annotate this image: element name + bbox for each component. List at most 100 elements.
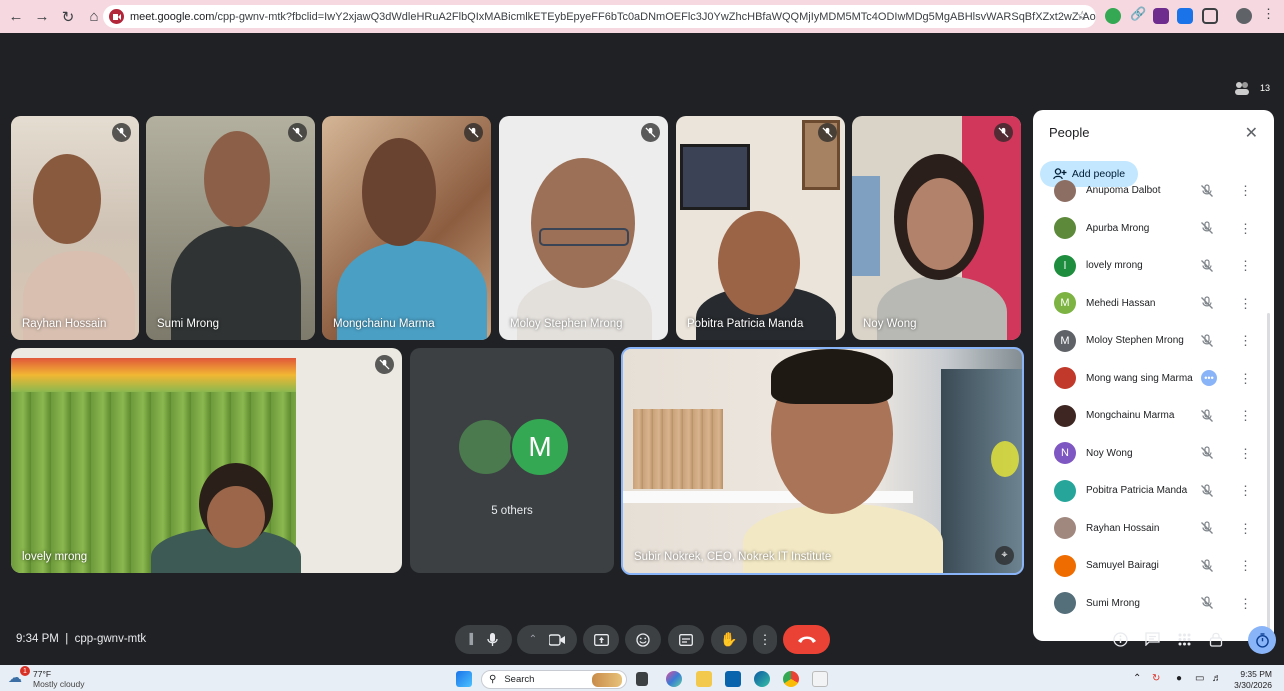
back-icon[interactable]: ← — [4, 5, 28, 29]
raise-hand-button[interactable]: ✋ — [711, 625, 747, 654]
meet-app-icon[interactable] — [812, 671, 828, 687]
more-vert-icon[interactable]: ⋮ — [1239, 259, 1252, 272]
people-row[interactable]: Samuyel Bairagi ⋮ — [1040, 547, 1260, 585]
tile-name: Sumi Mrong — [157, 318, 219, 330]
others-tile[interactable]: M 5 others — [410, 348, 614, 573]
person-avatar: M — [1054, 292, 1076, 315]
more-vert-icon[interactable]: ⋮ — [1239, 334, 1252, 347]
taskbar-clock[interactable]: 9:35 PM 3/30/2026 — [1232, 669, 1272, 691]
people-row[interactable]: Mong wang sing Marma ••• ⋮ — [1040, 360, 1260, 398]
mic-off-icon[interactable] — [1200, 559, 1214, 573]
speaker-icon[interactable]: ♬ — [1212, 673, 1222, 684]
mic-toggle-button[interactable]: ▌ — [455, 625, 512, 654]
menu-dots-icon[interactable]: ⋮ — [1262, 6, 1278, 22]
extension-icon[interactable] — [1105, 8, 1121, 24]
participant-count[interactable]: 13 — [1230, 77, 1274, 99]
activities-grid-icon[interactable] — [1175, 630, 1193, 648]
extension-icon-2[interactable] — [1153, 8, 1169, 24]
more-vert-icon[interactable]: ⋮ — [1239, 559, 1252, 572]
more-vert-icon[interactable]: ⋮ — [1239, 297, 1252, 310]
people-row[interactable]: Mongchainu Marma ⋮ — [1040, 397, 1260, 435]
extension-icon-3[interactable] — [1177, 8, 1193, 24]
people-row[interactable]: Anupoma Dalbot ⋮ — [1040, 172, 1260, 210]
mic-off-icon[interactable] — [1200, 484, 1214, 498]
extensions-puzzle-icon[interactable] — [1202, 8, 1218, 24]
more-vert-icon[interactable]: ⋮ — [1239, 372, 1252, 385]
video-tile[interactable]: Pobitra Patricia Manda — [676, 116, 845, 340]
people-row[interactable]: M Moloy Stephen Mrong ⋮ — [1040, 322, 1260, 360]
reload-icon[interactable]: ↻ — [56, 5, 80, 29]
person-name: Moloy Stephen Mrong — [1086, 335, 1184, 347]
more-vert-icon[interactable]: ⋮ — [1239, 184, 1252, 197]
close-icon[interactable]: ✕ — [1245, 123, 1258, 143]
info-icon[interactable] — [1111, 630, 1129, 648]
video-tile[interactable]: Mongchainu Marma — [322, 116, 491, 340]
video-tile[interactable]: lovely mrong — [11, 348, 402, 573]
leave-call-button[interactable] — [783, 625, 830, 654]
host-controls-lock-icon[interactable] — [1207, 630, 1225, 648]
address-bar[interactable]: meet.google.com/cpp-gwnv-mtk?fbclid=IwY2… — [103, 5, 1096, 28]
present-button[interactable] — [583, 625, 619, 654]
outlook-icon[interactable] — [725, 671, 741, 687]
display-icon[interactable]: ▭ — [1195, 673, 1204, 684]
link-icon[interactable]: 🔗 — [1130, 6, 1146, 22]
taskbar-search[interactable]: ⚲ Search — [481, 670, 627, 689]
glasses — [539, 228, 629, 246]
weather-desc: Mostly cloudy — [33, 679, 85, 689]
person-name: Pobitra Patricia Manda — [1086, 485, 1188, 497]
more-vert-icon[interactable]: ⋮ — [1239, 597, 1252, 610]
people-row[interactable]: Sumi Mrong ⋮ — [1040, 585, 1260, 614]
mic-off-icon[interactable] — [1200, 221, 1214, 235]
mic-off-icon[interactable] — [1200, 446, 1214, 460]
chrome-icon[interactable] — [783, 671, 799, 687]
people-row[interactable]: l lovely mrong ⋮ — [1040, 247, 1260, 285]
windows-start-icon[interactable] — [456, 671, 472, 687]
mic-off-icon[interactable] — [1200, 259, 1214, 273]
video-tile[interactable]: Moloy Stephen Mrong — [499, 116, 668, 340]
meeting-code: cpp-gwnv-mtk — [74, 633, 147, 645]
more-vert-icon[interactable]: ⋮ — [1239, 222, 1252, 235]
timer-button[interactable] — [1248, 626, 1276, 654]
mic-off-icon[interactable] — [1200, 334, 1214, 348]
mic-off-icon[interactable] — [1200, 596, 1214, 610]
forward-icon[interactable]: → — [30, 5, 54, 29]
more-vert-icon[interactable]: ⋮ — [1239, 409, 1252, 422]
wall-frame — [680, 144, 750, 210]
more-vert-icon[interactable]: ⋮ — [1239, 484, 1252, 497]
weather-widget[interactable]: ☁ 1 77°F Mostly cloudy — [8, 666, 128, 690]
mic-off-icon[interactable] — [1200, 184, 1214, 198]
chat-icon[interactable] — [1143, 630, 1161, 648]
video-tile[interactable]: Sumi Mrong — [146, 116, 315, 340]
task-view-icon[interactable] — [636, 672, 648, 686]
people-row[interactable]: M Mehedi Hassan ⋮ — [1040, 285, 1260, 323]
edge-icon[interactable] — [754, 671, 770, 687]
reactions-button[interactable] — [625, 625, 661, 654]
search-icon: ⚲ — [489, 674, 497, 685]
camera-toggle-button[interactable]: ⌃ — [517, 625, 577, 654]
more-options-button[interactable]: ⋮ — [753, 625, 777, 654]
video-tile[interactable]: Rayhan Hossain — [11, 116, 139, 340]
chevron-up-icon[interactable]: ⌃ — [1133, 673, 1141, 684]
profile-avatar[interactable] — [1236, 8, 1252, 24]
bookmark-star-icon[interactable]: ☆ — [1076, 8, 1088, 24]
people-row[interactable]: Apurba Mrong ⋮ — [1040, 210, 1260, 248]
mic-off-icon[interactable] — [1200, 521, 1214, 535]
meeting-info: 9:34 PM | cpp-gwnv-mtk — [16, 633, 147, 645]
people-row[interactable]: N Noy Wong ⋮ — [1040, 435, 1260, 473]
video-tile[interactable]: Noy Wong — [852, 116, 1021, 340]
scrollbar[interactable] — [1267, 313, 1270, 639]
mic-tray-icon[interactable]: ● — [1176, 673, 1182, 684]
mic-off-icon[interactable] — [1200, 409, 1214, 423]
copilot-icon[interactable] — [666, 671, 682, 687]
mic-off-icon[interactable] — [1200, 296, 1214, 310]
people-row[interactable]: Rayhan Hossain ⋮ — [1040, 510, 1260, 548]
more-vert-icon[interactable]: ⋮ — [1239, 522, 1252, 535]
more-vert-icon[interactable]: ⋮ — [1239, 447, 1252, 460]
security-icon[interactable]: ↻ — [1152, 673, 1160, 684]
crop-icon[interactable]: ⌖ — [995, 546, 1014, 565]
url-path: /cpp-gwnv-mtk?fbclid=IwY2xjawQ3dWdleHRuA… — [214, 10, 1096, 23]
file-explorer-icon[interactable] — [696, 671, 712, 687]
captions-button[interactable] — [668, 625, 704, 654]
video-tile-active-speaker[interactable]: ⌖ Subir Nokrek, CEO, Nokrek IT Institute — [621, 347, 1024, 575]
people-row[interactable]: Pobitra Patricia Manda ⋮ — [1040, 472, 1260, 510]
